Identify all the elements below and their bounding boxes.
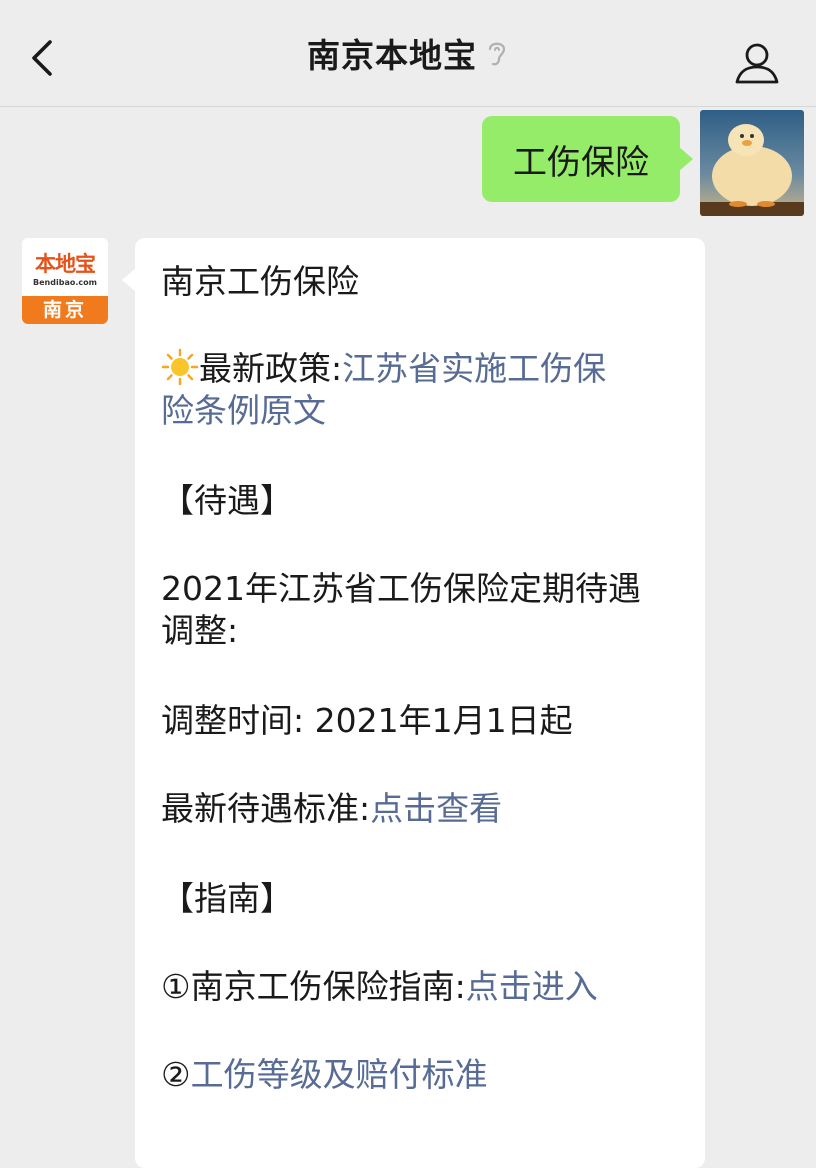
- sun-icon: [161, 348, 199, 386]
- bot-avatar-city: 南京: [22, 296, 108, 324]
- guide-2-link[interactable]: 工伤等级及赔付标准: [191, 1055, 488, 1094]
- section-guide: 【指南】: [161, 879, 293, 918]
- bendibao-logo-text: 本地宝: [35, 252, 96, 276]
- policy-link-continued[interactable]: 险条例原文: [161, 391, 326, 430]
- user-message-text: 工伤保险: [513, 142, 649, 183]
- policy-line: 最新政策:江苏省实施工伤保: [161, 348, 691, 390]
- message-heading: 南京工伤保险: [161, 262, 359, 301]
- bendibao-logo-domain: Bendibao.com: [33, 278, 97, 287]
- policy-line-2: 险条例原文: [161, 390, 691, 432]
- adjust-title-line2: 调整:: [161, 611, 239, 650]
- adjust-title-line1: 2021年江苏省工伤保险定期待遇: [161, 569, 641, 608]
- guide-2-prefix: ②: [161, 1055, 191, 1094]
- profile-icon[interactable]: [732, 38, 782, 88]
- bot-message-bubble: 南京工伤保险 最新政策:江苏省实施工伤保 险条例原文 【待遇】 2021年江苏省…: [122, 238, 705, 1168]
- policy-link[interactable]: 江苏省实施工伤保: [342, 349, 606, 388]
- user-avatar[interactable]: [700, 110, 804, 216]
- policy-label: 最新政策:: [199, 349, 343, 388]
- bot-avatar[interactable]: 本地宝 Bendibao.com 南京: [22, 238, 108, 324]
- standard-line: 最新待遇标准:点击查看: [161, 788, 691, 830]
- top-navigation-bar: 南京本地宝: [0, 0, 816, 107]
- standard-link[interactable]: 点击查看: [370, 789, 502, 828]
- guide-1-label: ①南京工伤保险指南:: [161, 967, 466, 1006]
- adjust-time: 调整时间: 2021年1月1日起: [161, 701, 573, 740]
- standard-label: 最新待遇标准:: [161, 789, 371, 828]
- section-benefits: 【待遇】: [161, 481, 293, 520]
- user-message-bubble[interactable]: 工伤保险: [482, 116, 693, 202]
- ear-mute-icon: [488, 42, 506, 66]
- guide-2-line: ②工伤等级及赔付标准: [161, 1054, 691, 1096]
- guide-1-link[interactable]: 点击进入: [466, 967, 598, 1006]
- guide-1-line: ①南京工伤保险指南:点击进入: [161, 966, 691, 1008]
- chat-title: 南京本地宝: [307, 36, 477, 75]
